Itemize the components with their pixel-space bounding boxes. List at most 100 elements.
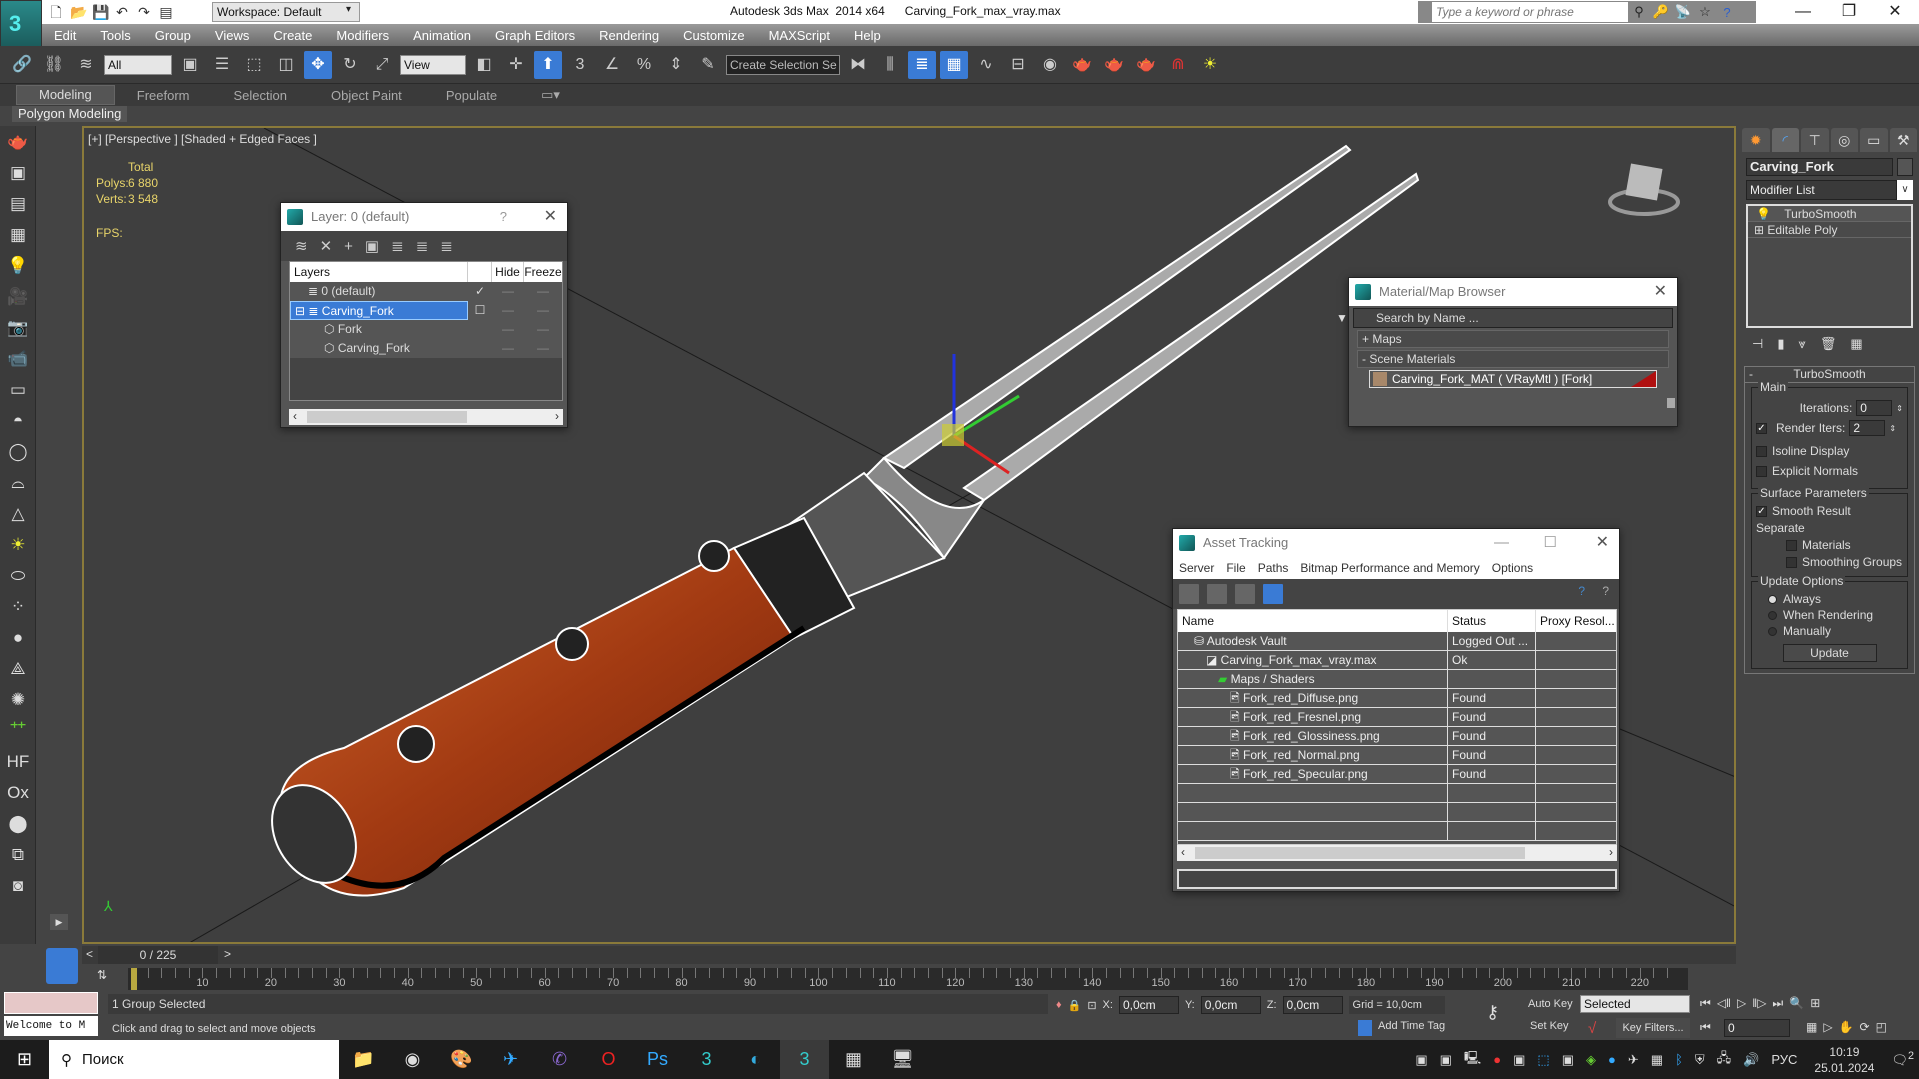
keyboard-shortcut-override-icon[interactable]: ⬆ [534, 50, 562, 79]
hide-toggle[interactable]: — [492, 301, 524, 320]
materials-checkbox[interactable] [1786, 540, 1797, 552]
scroll-left-icon[interactable]: ‹ [293, 409, 297, 423]
grass-icon[interactable]: ⺿ [0, 715, 36, 746]
maximize-viewport-icon[interactable]: ◰ [1876, 1020, 1887, 1034]
show-end-result-icon[interactable]: ▮ [1777, 336, 1784, 352]
binoculars-icon[interactable]: ⚲ [1628, 4, 1650, 20]
isolate-icon[interactable]: ♦ [1056, 999, 1062, 1011]
menu-bitmap-performance[interactable]: Bitmap Performance and Memory [1294, 561, 1485, 575]
asset-row[interactable] [1178, 803, 1616, 822]
layer-manager-icon[interactable]: ≣ [908, 50, 936, 79]
manually-radio[interactable] [1768, 627, 1777, 637]
scene-explorer-icon[interactable]: ▦ [940, 50, 968, 79]
absolute-mode-icon[interactable]: ⊡ [1087, 999, 1096, 1012]
physical-camera-icon[interactable]: 📹 [0, 343, 36, 374]
time-slider-thumb[interactable]: 0 / 225 [98, 946, 218, 964]
expand-plus-icon[interactable]: ⊞ [1754, 223, 1764, 237]
col-hide[interactable]: Hide [492, 262, 524, 282]
render-setup-icon[interactable]: 🫖 [1068, 51, 1096, 79]
tray-app-icon[interactable]: ▣ [1410, 1052, 1432, 1068]
current-layer-check[interactable]: ✓ [468, 282, 492, 301]
edit-named-selection-icon[interactable]: ✎ [694, 51, 722, 79]
close-button[interactable]: ✕ [544, 203, 557, 231]
camera-icon[interactable]: 🎥 [0, 281, 36, 312]
asset-row[interactable]: ⛁ Autodesk Vault Logged Out ... [1178, 632, 1616, 651]
options-menu-icon[interactable]: ▼ [1336, 309, 1348, 327]
render-iters-spinner[interactable]: 2 [1849, 420, 1886, 436]
menu-customize[interactable]: Customize [671, 28, 756, 43]
menu-rendering[interactable]: Rendering [587, 28, 671, 43]
taskbar-search[interactable]: ⚲ Поиск [49, 1040, 339, 1079]
material-item[interactable]: Carving_Fork_MAT ( VRayMtl ) [Fork] [1369, 370, 1657, 388]
object-name-field[interactable]: Carving_Fork [1746, 158, 1893, 176]
smooth-result-checkbox[interactable]: ✓ [1756, 506, 1767, 518]
object-color-swatch[interactable] [1897, 158, 1913, 176]
create-layer-icon[interactable]: ≋ [295, 237, 308, 255]
scroll-thumb[interactable] [1195, 847, 1525, 859]
3dsmax-running-icon[interactable]: 3 [780, 1040, 829, 1079]
viber-icon[interactable]: ✆ [535, 1040, 584, 1079]
scene-converter-icon[interactable]: ⧉ [0, 839, 36, 870]
col-proxy[interactable]: Proxy Resol... [1536, 610, 1616, 632]
snaps-toggle-icon[interactable]: 3 [566, 51, 594, 79]
network-icon[interactable]: 🖳 [1459, 1049, 1486, 1071]
help-icon[interactable]: ? [1716, 5, 1738, 20]
bluetooth-icon[interactable]: ᛒ [1670, 1052, 1688, 1067]
minimize-button[interactable]: — [1780, 0, 1826, 24]
named-selection-dropdown[interactable]: Create Selection Se [726, 54, 840, 75]
asset-tracking-title-bar[interactable]: Asset Tracking — ☐ ✕ [1173, 529, 1619, 557]
fur-icon[interactable]: ✺ [0, 684, 36, 715]
select-and-scale-icon[interactable]: ⤢ [368, 51, 396, 79]
render-window-icon[interactable]: ▣ [0, 157, 36, 188]
zoom-icon[interactable]: 🔍 [1789, 996, 1804, 1011]
menu-options[interactable]: Options [1486, 561, 1539, 575]
dome-light-icon[interactable]: ◓ [0, 405, 36, 436]
mini-listener-icon[interactable] [46, 948, 78, 984]
maxscript-output[interactable]: Welcome to M [4, 1016, 98, 1036]
freeze-toggle[interactable]: — [524, 320, 562, 339]
selection-lock-icon[interactable]: 🔒 [1068, 999, 1082, 1012]
time-config-icon[interactable]: ▦ [1806, 1020, 1817, 1034]
bind-space-warp-icon[interactable]: ≋ [72, 51, 100, 79]
maps-section[interactable]: + Maps [1357, 330, 1669, 348]
new-file-icon[interactable]: 🗋 [48, 4, 64, 20]
layer-row[interactable]: ⬡ Fork — — [290, 320, 562, 339]
set-key-button[interactable]: Set Key [1530, 1020, 1569, 1032]
add-to-layer-icon[interactable]: + [344, 238, 353, 255]
modifier-stack-item[interactable]: ⊞ Editable Poly [1748, 222, 1911, 238]
go-to-end-icon[interactable]: ⏭ [1772, 996, 1783, 1011]
tab-freeform[interactable]: Freeform [115, 88, 212, 103]
sun-light-icon[interactable]: ☀ [1196, 51, 1224, 79]
display-tab-icon[interactable]: ▭ [1860, 128, 1888, 152]
hide-all-icon[interactable]: ≣ [440, 237, 453, 255]
go-to-start-icon[interactable]: ⏮ [1700, 996, 1711, 1011]
tray-app-icon[interactable]: ▣ [1557, 1052, 1579, 1068]
restore-button[interactable]: ❐ [1826, 0, 1872, 24]
tray-recorder-icon[interactable]: ● [1488, 1052, 1506, 1067]
app-icon[interactable]: ▦ [829, 1040, 878, 1079]
redo-icon[interactable]: ↷ [136, 4, 152, 20]
delete-layer-icon[interactable]: ✕ [320, 237, 333, 255]
curve-editor-icon[interactable]: ∿ [972, 51, 1000, 79]
application-menu-button[interactable]: 3 [0, 0, 42, 48]
spinner-snap-icon[interactable]: ⇕ [662, 51, 690, 79]
prev-key-icon[interactable]: ◁‖ [1717, 996, 1731, 1011]
help-button[interactable]: ? [500, 203, 507, 231]
manipulate-icon[interactable]: ✛ [502, 51, 530, 79]
col-name[interactable]: Name [1178, 610, 1448, 632]
panel-icon[interactable]: ▤ [0, 188, 36, 219]
menu-modifiers[interactable]: Modifiers [324, 28, 401, 43]
vray-icon[interactable]: ⋒ [1164, 51, 1192, 79]
ribbon-options-icon[interactable]: ▭▾ [519, 87, 582, 103]
tab-modeling[interactable]: Modeling [16, 85, 115, 105]
telegram-icon[interactable]: ✈ [486, 1040, 535, 1079]
angle-snap-icon[interactable]: ∠ [598, 51, 626, 79]
rect-selection-icon[interactable]: ⬚ [240, 51, 268, 79]
time-tag-icon[interactable] [1358, 1020, 1372, 1036]
asset-row[interactable]: 🖻 Fork_red_Diffuse.png Found [1178, 689, 1616, 708]
asset-row[interactable]: ◪ Carving_Fork_max_vray.max Ok [1178, 651, 1616, 670]
3dsmax-icon[interactable]: 3 [682, 1040, 731, 1079]
layer-row[interactable]: ⊟ ≣ Carving_Fork ☐ — — [290, 301, 562, 320]
nvidia-icon[interactable]: ◈ [1581, 1052, 1601, 1068]
horizontal-scrollbar[interactable]: ‹ › [1177, 845, 1617, 861]
